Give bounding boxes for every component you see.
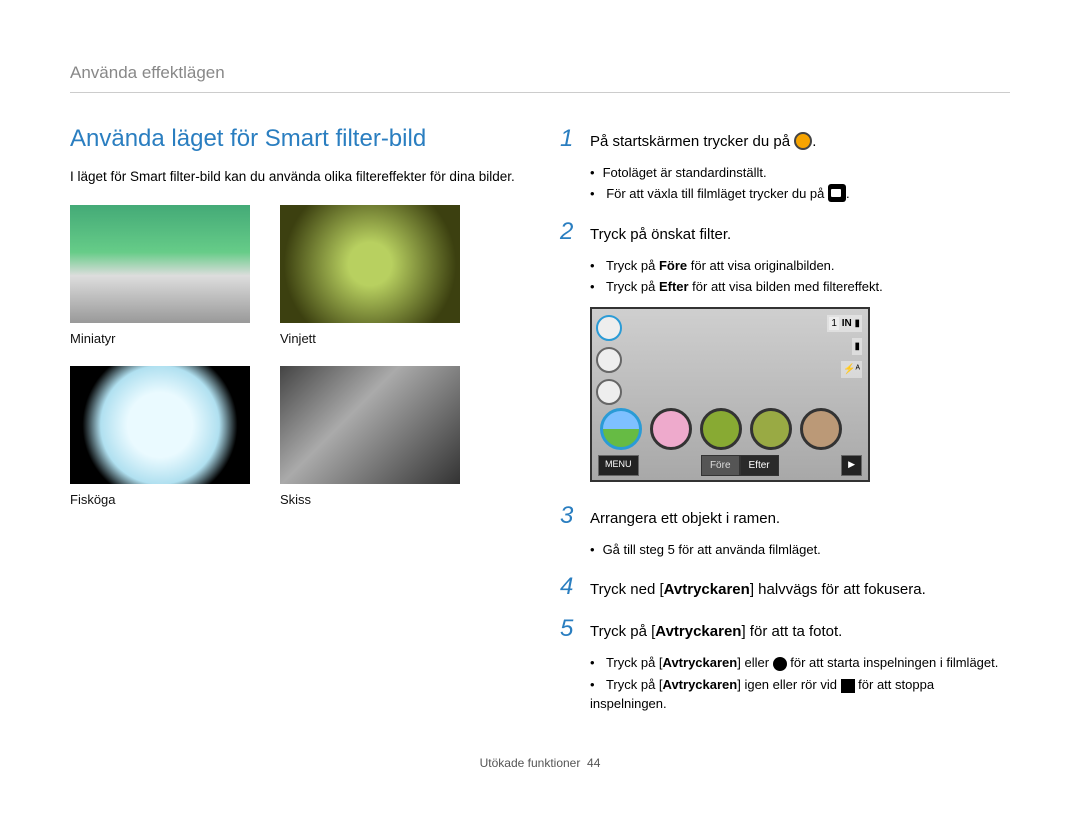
camera-playback-button[interactable]: ▶: [841, 455, 862, 476]
step-5-text: Tryck på [Avtryckaren] för att ta fotot.: [590, 621, 842, 644]
camera-count-value: 1: [829, 317, 839, 330]
shutter-bold-4: Avtryckaren: [664, 581, 750, 598]
step-2-sub-1-b: för att visa originalbilden.: [687, 258, 834, 273]
camera-filter-strip: [600, 408, 842, 450]
camera-after-tab[interactable]: Efter: [740, 455, 779, 476]
camera-photo-icon[interactable]: [596, 347, 622, 373]
filter-option-4[interactable]: [750, 408, 792, 450]
page-footer: Utökade funktioner 44: [70, 754, 1010, 772]
step-5-post: ] för att ta fotot.: [741, 623, 842, 640]
step-1-text-span: På startskärmen trycker du på: [590, 133, 794, 150]
step-5-sub-1: Tryck på [Avtryckaren] eller för att sta…: [590, 653, 1010, 673]
thumb-sketch: Skiss: [280, 366, 460, 510]
step-1: 1 På startskärmen trycker du på .: [560, 121, 1010, 157]
step-4-post: ] halvvägs för att fokusera.: [750, 581, 926, 598]
s5b-pre: Tryck på [: [606, 677, 663, 692]
vignette-image: [280, 205, 460, 323]
vignette-label: Vinjett: [280, 329, 460, 349]
step-5-pre: Tryck på [: [590, 623, 655, 640]
thumbnail-grid: Miniatyr Vinjett Fisköga Skiss: [70, 205, 520, 510]
step-2-sub-1: Tryck på Före för att visa originalbilde…: [590, 256, 1010, 276]
breadcrumb: Använda effektlägen: [70, 60, 1010, 93]
step-2-text: Tryck på önskat filter.: [590, 224, 731, 247]
camera-in-label: IN: [842, 318, 852, 329]
step-3-number: 3: [560, 498, 578, 534]
stop-square-icon: [841, 679, 855, 693]
right-column: 1 På startskärmen trycker du på . Fotolä…: [560, 121, 1010, 724]
filter-option-2[interactable]: [650, 408, 692, 450]
step-1-number: 1: [560, 121, 578, 157]
step-4: 4 Tryck ned [Avtryckaren] halvvägs för a…: [560, 569, 1010, 605]
camera-count: 1 IN ▮: [827, 315, 862, 332]
step-2-sub-1-a: Tryck på: [606, 258, 659, 273]
step-1-sub-1: Fotoläget är standardinställt.: [590, 163, 1010, 183]
step-3-text: Arrangera ett objekt i ramen.: [590, 508, 780, 531]
step-2-number: 2: [560, 214, 578, 250]
s5a-bold: Avtryckaren: [663, 655, 738, 670]
step-4-text: Tryck ned [Avtryckaren] halvvägs för att…: [590, 579, 926, 602]
record-dot-icon: [773, 657, 787, 671]
intro-text: I läget för Smart filter-bild kan du anv…: [70, 167, 520, 187]
step-2-sublist: Tryck på Före för att visa originalbilde…: [560, 256, 1010, 297]
sketch-image: [280, 366, 460, 484]
filter-option-1[interactable]: [600, 408, 642, 450]
step-1-sub-2-text: För att växla till filmläget trycker du …: [606, 186, 828, 201]
section-heading: Använda läget för Smart filter-bild: [70, 121, 520, 157]
left-column: Använda läget för Smart filter-bild I lä…: [70, 121, 520, 724]
footer-section: Utökade funktioner: [480, 756, 581, 770]
step-5-sub-2: Tryck på [Avtryckaren] igen eller rör vi…: [590, 675, 1010, 714]
camera-right-indicators: 1 IN ▮ ▮ ⚡ᴬ: [827, 315, 862, 378]
camera-preview-screenshot: 1 IN ▮ ▮ ⚡ᴬ MENU Före Efter ▶: [590, 307, 870, 482]
filter-option-3[interactable]: [700, 408, 742, 450]
step-4-pre: Tryck ned [: [590, 581, 664, 598]
step-3: 3 Arrangera ett objekt i ramen.: [560, 498, 1010, 534]
camera-battery-icon: ▮: [852, 338, 862, 355]
step-4-number: 4: [560, 569, 578, 605]
step-2-sub-2-a: Tryck på: [606, 279, 659, 294]
s5b-bold: Avtryckaren: [663, 677, 738, 692]
step-3-sublist: Gå till steg 5 för att använda filmläget…: [560, 540, 1010, 560]
camera-before-tab[interactable]: Före: [701, 455, 740, 476]
fisheye-label: Fisköga: [70, 490, 250, 510]
after-bold: Efter: [659, 279, 689, 294]
filter-option-5[interactable]: [800, 408, 842, 450]
miniature-image: [70, 205, 250, 323]
step-5-number: 5: [560, 611, 578, 647]
camera-video-icon[interactable]: [596, 379, 622, 405]
step-1-text: På startskärmen trycker du på .: [590, 131, 816, 154]
home-mode-icon: [794, 132, 812, 150]
before-bold: Före: [659, 258, 687, 273]
step-2: 2 Tryck på önskat filter.: [560, 214, 1010, 250]
step-1-sub-2: För att växla till filmläget trycker du …: [590, 184, 1010, 204]
shutter-bold-5: Avtryckaren: [655, 623, 741, 640]
s5a-pre: Tryck på [: [606, 655, 663, 670]
step-2-sub-2-b: för att visa bilden med filtereffekt.: [689, 279, 883, 294]
camera-flash-icon: ⚡ᴬ: [841, 361, 862, 378]
sketch-label: Skiss: [280, 490, 460, 510]
thumb-miniature: Miniatyr: [70, 205, 250, 349]
step-1-sublist: Fotoläget är standardinställt. För att v…: [560, 163, 1010, 204]
camera-home-icon[interactable]: [596, 315, 622, 341]
camera-menu-button[interactable]: MENU: [598, 455, 639, 476]
step-2-sub-2: Tryck på Efter för att visa bilden med f…: [590, 277, 1010, 297]
thumb-vignette: Vinjett: [280, 205, 460, 349]
fisheye-image: [70, 366, 250, 484]
camera-bottom-bar: MENU Före Efter ▶: [592, 455, 868, 476]
step-5-sublist: Tryck på [Avtryckaren] eller för att sta…: [560, 653, 1010, 714]
s5a-mid: ] eller: [737, 655, 772, 670]
miniature-label: Miniatyr: [70, 329, 250, 349]
s5b-mid: ] igen eller rör vid: [737, 677, 840, 692]
footer-page-number: 44: [587, 756, 600, 770]
s5a-post: för att starta inspelningen i filmläget.: [787, 655, 999, 670]
step-3-sub-1: Gå till steg 5 för att använda filmläget…: [590, 540, 1010, 560]
camera-left-buttons: [596, 315, 622, 405]
movie-mode-icon: [828, 184, 846, 202]
step-5: 5 Tryck på [Avtryckaren] för att ta foto…: [560, 611, 1010, 647]
thumb-fisheye: Fisköga: [70, 366, 250, 510]
